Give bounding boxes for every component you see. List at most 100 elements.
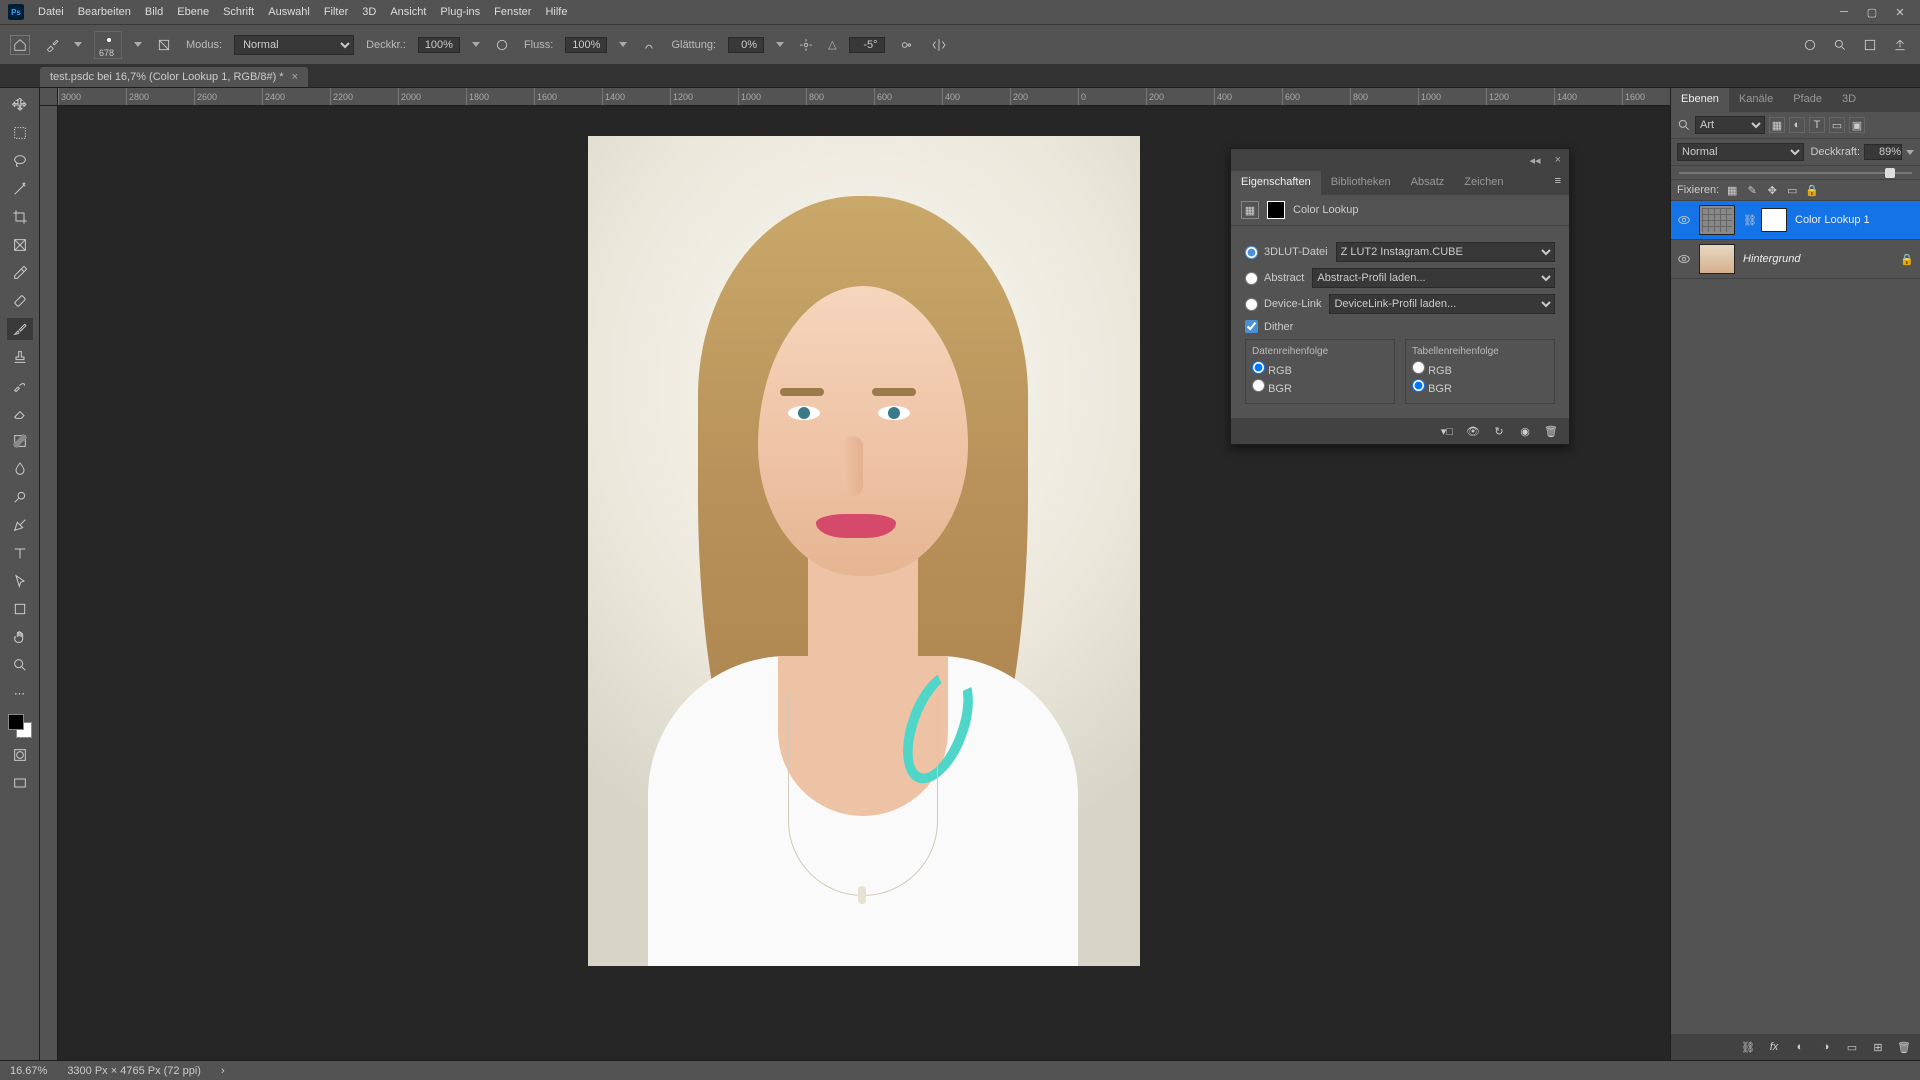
table-order-bgr[interactable]: BGR [1412,379,1548,395]
menu-plugins[interactable]: Plug-ins [440,6,480,18]
devicelink-radio[interactable]: Device-Link [1245,298,1321,311]
brush-tool[interactable] [7,318,33,340]
blend-mode-select[interactable]: Normal [234,35,354,55]
menu-datei[interactable]: Datei [38,6,64,18]
filter-adjust-icon[interactable]: ◐ [1789,117,1805,133]
wand-tool[interactable] [7,178,33,200]
lock-pixels-icon[interactable]: ✎ [1745,183,1759,197]
minimize-button[interactable]: ─ [1832,4,1856,20]
brush-preview[interactable]: 678 [94,31,122,59]
smoothing-value[interactable]: 0% [728,37,764,53]
color-swatches[interactable] [8,714,32,738]
data-order-bgr[interactable]: BGR [1252,379,1388,395]
layer-hintergrund[interactable]: Hintergrund 🔒 [1671,240,1920,279]
collapse-icon[interactable]: ◂◂ [1524,154,1547,167]
stamp-tool[interactable] [7,346,33,368]
table-order-rgb[interactable]: RGB [1412,361,1548,377]
filter-smart-icon[interactable]: ▣ [1849,117,1865,133]
home-button[interactable] [10,35,30,55]
brush-settings-icon[interactable] [154,35,174,55]
toggle-visibility-icon[interactable]: 👁 [1465,423,1481,439]
layer-filter-type[interactable]: Art [1695,116,1765,134]
menu-3d[interactable]: 3D [362,6,376,18]
menu-filter[interactable]: Filter [324,6,348,18]
pressure-opacity-icon[interactable] [492,35,512,55]
panel-menu-icon[interactable]: ≡ [1547,171,1569,195]
type-tool[interactable] [7,542,33,564]
flow-dropdown[interactable] [619,42,627,47]
devicelink-select[interactable]: DeviceLink-Profil laden... [1329,294,1555,314]
layer-mask-icon[interactable]: ◐ [1792,1039,1808,1055]
frame-tool[interactable] [7,234,33,256]
lock-nesting-icon[interactable]: ▭ [1785,183,1799,197]
lock-transparency-icon[interactable]: ▦ [1725,183,1739,197]
layer-name[interactable]: Hintergrund [1743,253,1800,265]
close-tab-icon[interactable]: × [292,71,298,83]
pressure-size-icon[interactable] [897,35,917,55]
link-layers-icon[interactable]: ⛓ [1740,1039,1756,1055]
lock-all-icon[interactable]: 🔒 [1805,183,1819,197]
workspace-icon[interactable] [1860,35,1880,55]
menu-bearbeiten[interactable]: Bearbeiten [78,6,131,18]
cloud-docs-icon[interactable] [1800,35,1820,55]
zoom-tool[interactable] [7,654,33,676]
smoothing-options-icon[interactable] [796,35,816,55]
quick-mask-tool[interactable] [7,744,33,766]
path-select-tool[interactable] [7,570,33,592]
dither-checkbox[interactable]: Dither [1245,320,1293,333]
status-flyout[interactable]: › [221,1065,225,1077]
filter-pixel-icon[interactable]: ▦ [1769,117,1785,133]
menu-schrift[interactable]: Schrift [223,6,254,18]
flow-value[interactable]: 100% [565,37,607,53]
marquee-tool[interactable] [7,122,33,144]
eraser-tool[interactable] [7,402,33,424]
delete-adjustment-icon[interactable]: 🗑 [1543,423,1559,439]
move-tool[interactable] [7,94,33,116]
menu-auswahl[interactable]: Auswahl [268,6,310,18]
eyedropper-tool[interactable] [7,262,33,284]
tab-eigenschaften[interactable]: Eigenschaften [1231,171,1321,195]
opacity-dropdown[interactable] [472,42,480,47]
smoothing-dropdown[interactable] [776,42,784,47]
clip-to-layer-icon[interactable]: ▾□ [1439,423,1455,439]
layer-name[interactable]: Color Lookup 1 [1795,214,1870,226]
document-tab[interactable]: test.psdc bei 16,7% (Color Lookup 1, RGB… [40,67,308,87]
blur-tool[interactable] [7,458,33,480]
delete-layer-icon[interactable]: 🗑 [1896,1039,1912,1055]
visibility-icon[interactable] [1677,252,1691,266]
lock-icon[interactable]: 🔒 [1900,253,1914,266]
menu-ansicht[interactable]: Ansicht [390,6,426,18]
reset-defaults-icon[interactable]: ↻ [1491,423,1507,439]
data-order-rgb[interactable]: RGB [1252,361,1388,377]
maximize-button[interactable]: ▢ [1860,4,1884,20]
zoom-level[interactable]: 16.67% [10,1065,47,1077]
dodge-tool[interactable] [7,486,33,508]
tab-kanaele[interactable]: Kanäle [1729,88,1783,112]
lut-radio[interactable]: 3DLUT-Datei [1245,246,1328,259]
filter-shape-icon[interactable]: ▭ [1829,117,1845,133]
hand-tool[interactable] [7,626,33,648]
healing-tool[interactable] [7,290,33,312]
symmetry-icon[interactable] [929,35,949,55]
brush-dropdown[interactable] [134,42,142,47]
menu-hilfe[interactable]: Hilfe [545,6,567,18]
tab-absatz[interactable]: Absatz [1401,171,1455,195]
screen-mode-tool[interactable] [7,772,33,794]
lut-file-select[interactable]: Z LUT2 Instagram.CUBE [1336,242,1555,262]
close-panel-icon[interactable]: × [1547,154,1569,166]
angle-value[interactable]: -5° [849,37,885,53]
menu-ebene[interactable]: Ebene [177,6,209,18]
crop-tool[interactable] [7,206,33,228]
close-button[interactable]: ✕ [1888,4,1912,20]
group-icon[interactable]: ▭ [1844,1039,1860,1055]
layer-mask-thumbnail[interactable] [1761,208,1787,232]
lasso-tool[interactable] [7,150,33,172]
adjustment-layer-icon[interactable]: ◑ [1818,1039,1834,1055]
opacity-caret[interactable] [1906,150,1914,155]
pen-tool[interactable] [7,514,33,536]
tab-bibliotheken[interactable]: Bibliotheken [1321,171,1401,195]
layer-fx-icon[interactable]: fx [1766,1039,1782,1055]
opacity-value[interactable]: 100% [418,37,460,53]
new-layer-icon[interactable]: ⊞ [1870,1039,1886,1055]
view-previous-icon[interactable]: ◉ [1517,423,1533,439]
